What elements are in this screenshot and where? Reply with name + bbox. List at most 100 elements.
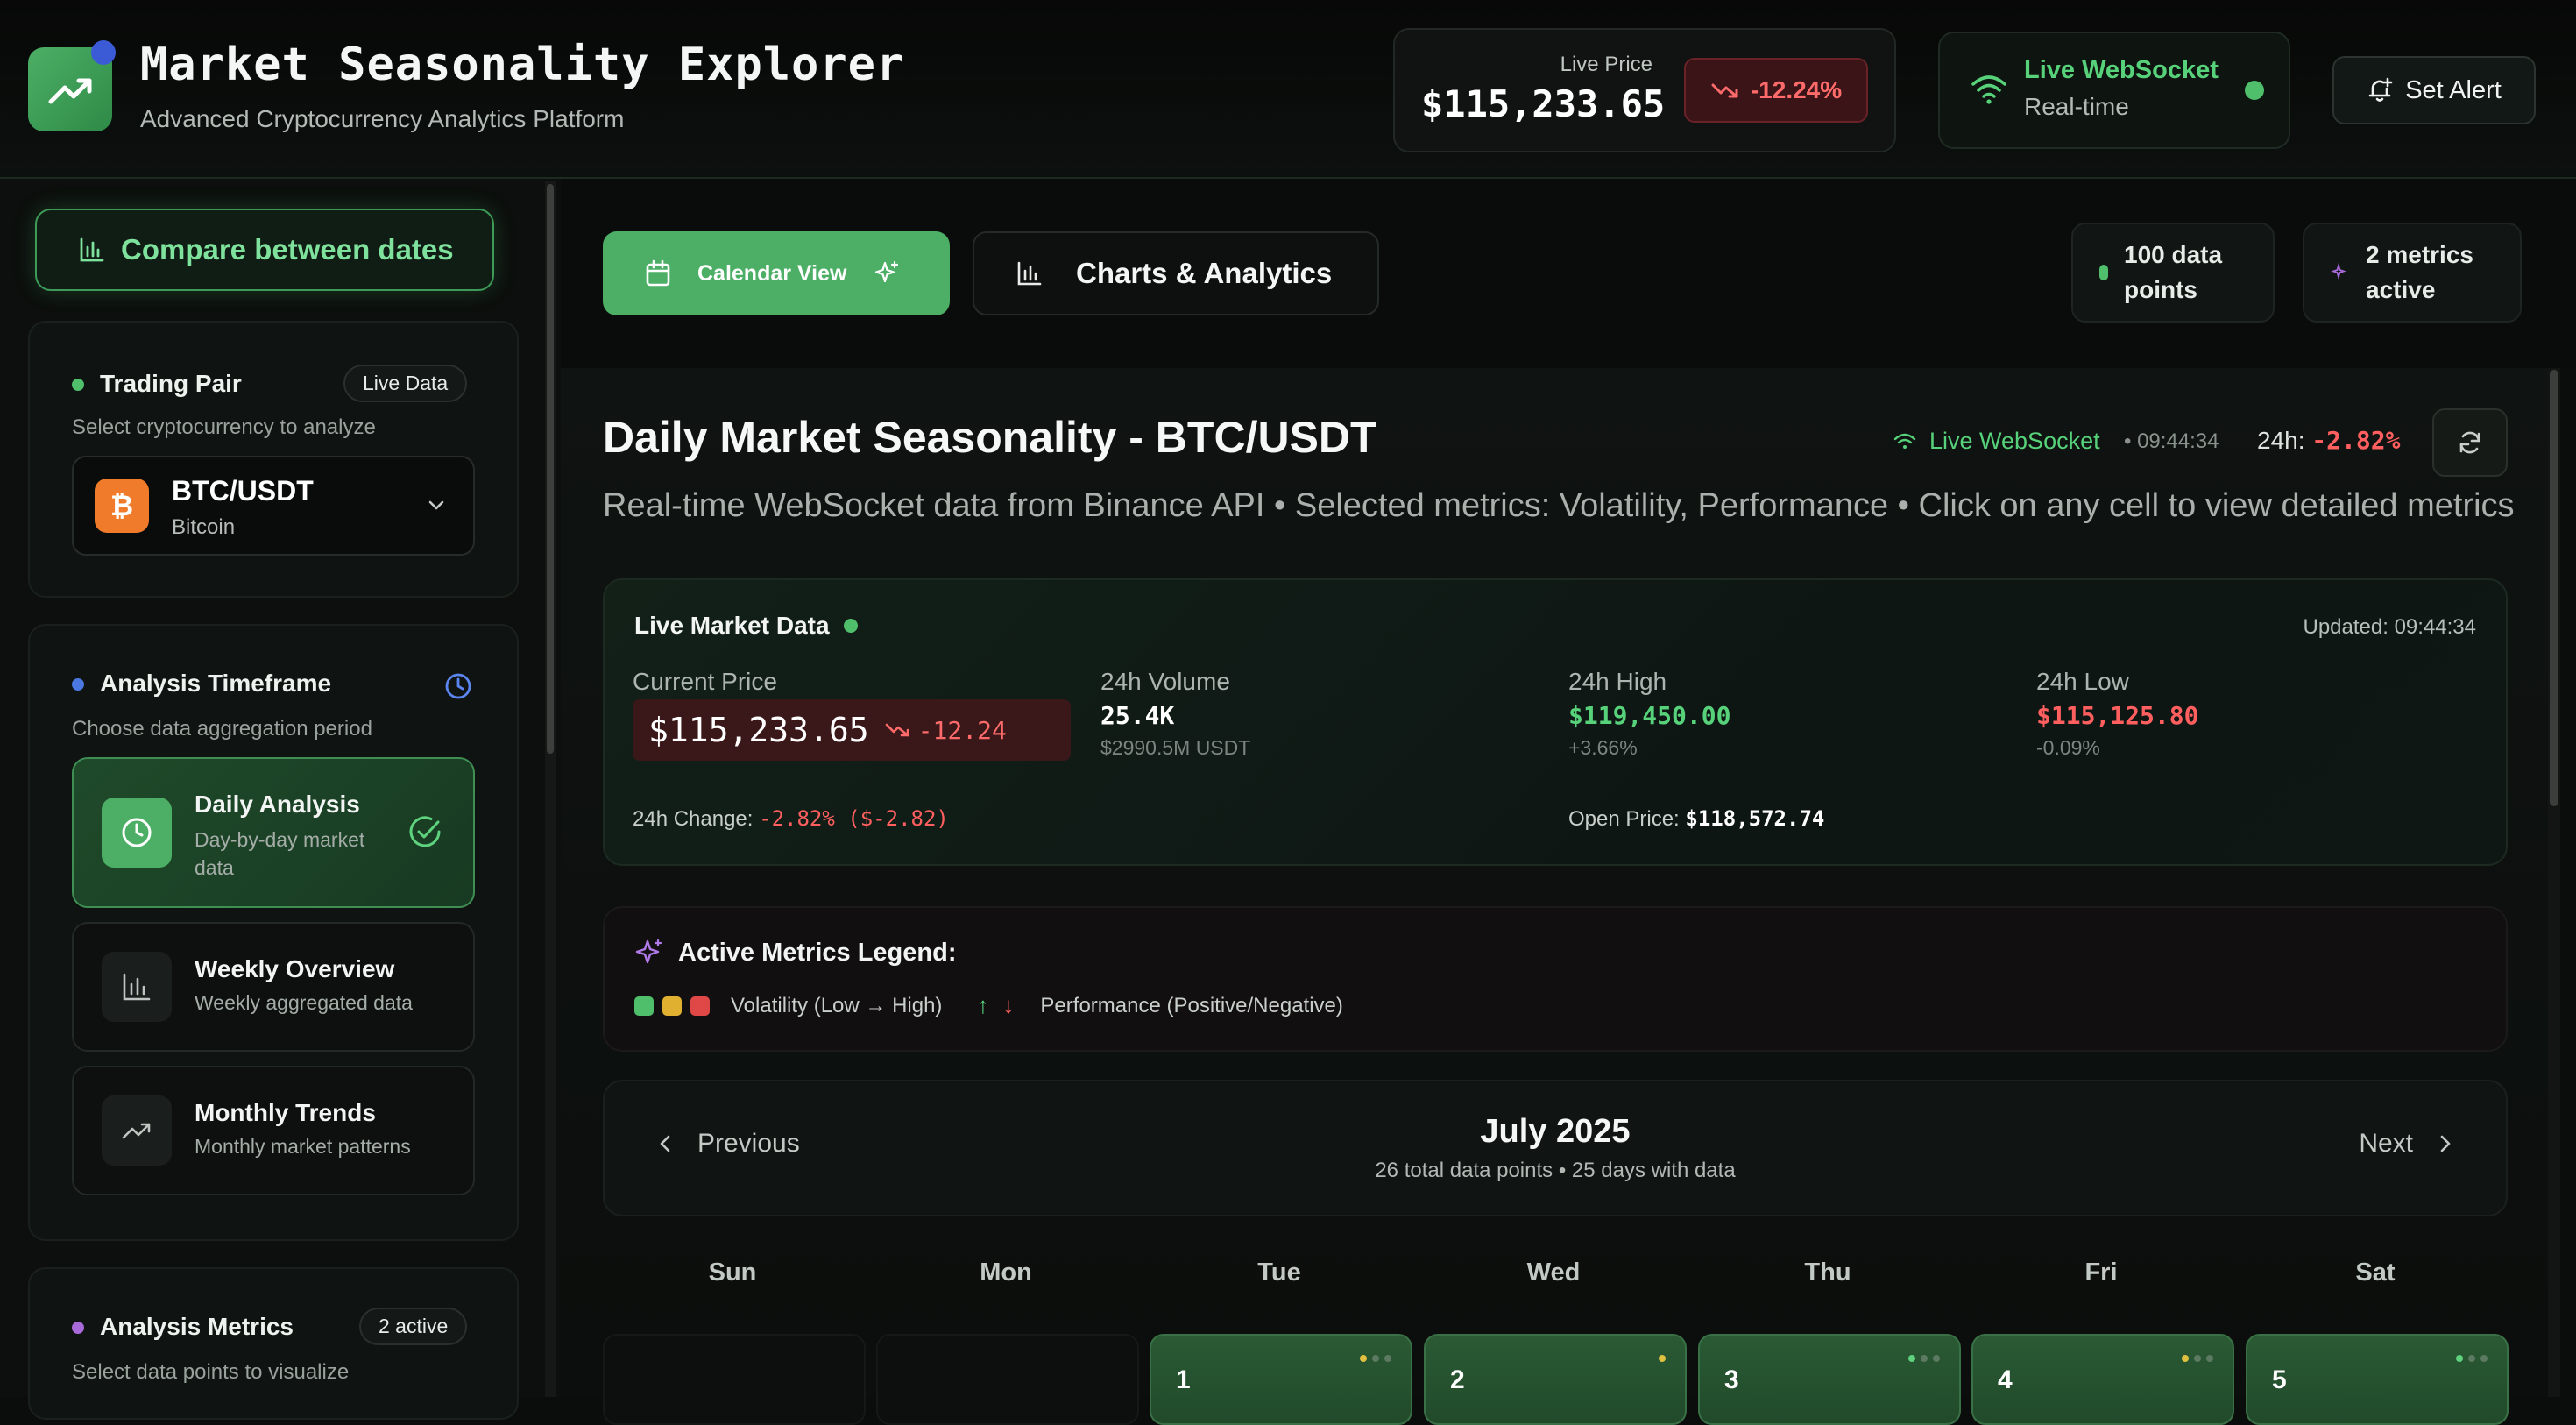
websocket-status-dot xyxy=(2245,81,2264,100)
low-value: $115,125.80 xyxy=(2036,701,2199,730)
live-market-updated: Updated: 09:44:34 xyxy=(2303,615,2477,639)
weekday-thu: Thu xyxy=(1804,1258,1851,1287)
trading-pair-select[interactable]: ₿ BTC/USDT Bitcoin xyxy=(72,456,475,556)
main-scrollbar-thumb[interactable] xyxy=(2550,370,2558,806)
calendar-icon xyxy=(646,259,670,287)
live-websocket-indicator: Live WebSocket xyxy=(1893,428,2100,455)
daily-desc: Day-by-day market xyxy=(195,828,365,851)
calendar-day-cell[interactable]: 4 xyxy=(1971,1334,2234,1425)
current-price-value: $115,233.65 xyxy=(648,711,869,749)
tab-charts-analytics[interactable]: Charts & Analytics xyxy=(973,231,1379,315)
monthly-title: Monthly Trends xyxy=(195,1099,376,1126)
volume-label: 24h Volume xyxy=(1100,668,1230,695)
metrics-active-line2: active xyxy=(2366,276,2436,303)
calendar-day-cell[interactable]: 2 xyxy=(1424,1334,1687,1425)
weekday-fri: Fri xyxy=(2084,1258,2118,1287)
sidebar-scrollbar-thumb[interactable] xyxy=(547,184,554,754)
change-24h-footer-label: 24h Change: xyxy=(633,807,754,831)
high-pct: +3.66% xyxy=(1568,736,1638,759)
low-pct: -0.09% xyxy=(2036,736,2100,759)
live-market-data-card: Live Market Data Updated: 09:44:34 Curre… xyxy=(603,578,2508,866)
open-price-value: $118,572.74 xyxy=(1685,806,1825,831)
volatility-mid-swatch xyxy=(662,996,682,1016)
daily-clock-icon xyxy=(102,798,172,868)
metrics-subtitle: Select data points to visualize xyxy=(72,1360,350,1384)
app-subtitle: Advanced Cryptocurrency Analytics Platfo… xyxy=(140,105,625,132)
chevron-right-icon xyxy=(2440,1135,2451,1152)
volatility-high-swatch xyxy=(690,996,710,1016)
day-metric-dots xyxy=(1659,1355,1666,1362)
weekly-bar-chart-icon xyxy=(102,952,172,1022)
change-24h: 24h: -2.82% xyxy=(2257,426,2400,455)
metrics-dot xyxy=(72,1322,84,1334)
pair-name: Bitcoin xyxy=(172,515,236,539)
timeframe-option-monthly[interactable]: Monthly Trends Monthly market patterns xyxy=(72,1066,475,1195)
calendar-navigation: Previous July 2025 26 total data points … xyxy=(603,1080,2508,1216)
live-price-label: Live Price xyxy=(1560,53,1652,76)
day-metric-dots xyxy=(1360,1355,1391,1362)
weekday-sat: Sat xyxy=(2355,1258,2396,1287)
bell-plus-icon xyxy=(2368,77,2393,102)
change-24h-footer: 24h Change: -2.82% ($-2.82) xyxy=(633,806,949,832)
data-points-line1: 100 data xyxy=(2124,241,2223,268)
websocket-status-card: Live WebSocket Real-time xyxy=(1938,32,2290,149)
trading-pair-title: Trading Pair xyxy=(100,370,242,397)
next-label: Next xyxy=(2359,1129,2413,1158)
live-price-card: Live Price $115,233.65 -12.24% xyxy=(1393,28,1896,152)
legend-title-text: Active Metrics Legend: xyxy=(678,938,957,967)
bar-chart-icon xyxy=(1017,261,1042,286)
wifi-icon xyxy=(1971,75,2006,104)
weekly-desc: Weekly aggregated data xyxy=(195,991,413,1014)
calendar-day-cell[interactable]: 1 xyxy=(1150,1334,1412,1425)
change-24h-value: -2.82% xyxy=(2311,426,2401,455)
trending-down-icon xyxy=(885,723,909,737)
metrics-legend: Active Metrics Legend: Volatility (Low →… xyxy=(603,906,2508,1052)
refresh-button[interactable] xyxy=(2432,408,2508,477)
daily-desc-2: data xyxy=(195,856,234,879)
set-alert-button[interactable]: Set Alert xyxy=(2332,56,2536,124)
clock-icon xyxy=(445,673,471,699)
timeframe-option-weekly[interactable]: Weekly Overview Weekly aggregated data xyxy=(72,922,475,1052)
page-description: Real-time WebSocket data from Binance AP… xyxy=(603,487,2515,524)
metrics-active-badge: 2 active xyxy=(359,1308,468,1345)
weekday-wed: Wed xyxy=(1526,1258,1581,1287)
daily-title: Daily Analysis xyxy=(195,790,360,818)
tab-calendar-view[interactable]: Calendar View xyxy=(603,231,950,315)
current-price-label: Current Price xyxy=(633,668,777,695)
current-price-change-value: -12.24 xyxy=(917,715,1007,745)
current-price-change: -12.24 xyxy=(885,716,1007,745)
check-circle-icon xyxy=(409,816,441,847)
price-change-badge: -12.24% xyxy=(1684,58,1868,123)
timeframe-subtitle: Choose data aggregation period xyxy=(72,717,372,741)
tab-calendar-label: Calendar View xyxy=(697,260,847,286)
price-change-value: -12.24% xyxy=(1750,76,1843,103)
set-alert-label: Set Alert xyxy=(2405,75,2502,104)
pair-symbol: BTC/USDT xyxy=(172,475,314,507)
sparkles-icon xyxy=(875,260,899,283)
live-market-title-text: Live Market Data xyxy=(634,612,830,639)
arrow-down-icon: ↓ xyxy=(1002,992,1015,1018)
next-month-button[interactable]: Next xyxy=(2359,1129,2453,1159)
compare-dates-button[interactable]: Compare between dates xyxy=(35,209,494,291)
logo-status-dot xyxy=(91,40,116,65)
weekly-title: Weekly Overview xyxy=(195,955,395,982)
day-number: 5 xyxy=(2272,1365,2287,1394)
day-number: 3 xyxy=(1724,1365,1739,1394)
day-number: 2 xyxy=(1450,1365,1465,1394)
change-24h-footer-value: -2.82% ($-2.82) xyxy=(759,806,949,831)
volume-value: 25.4K xyxy=(1100,701,1175,730)
open-price-label: Open Price: xyxy=(1568,807,1680,831)
open-price: Open Price: $118,572.74 xyxy=(1568,806,1824,832)
wifi-icon xyxy=(1893,433,1916,449)
page-title: Daily Market Seasonality - BTC/USDT xyxy=(603,413,1377,462)
timeframe-title: Analysis Timeframe xyxy=(100,670,332,697)
websocket-subtitle: Real-time xyxy=(2024,93,2129,120)
data-points-stat: 100 data points xyxy=(2071,223,2275,323)
timeframe-option-daily[interactable]: Daily Analysis Day-by-day market data xyxy=(72,757,475,908)
calendar-month: July 2025 xyxy=(1480,1113,1631,1150)
day-number: 4 xyxy=(1998,1365,2013,1394)
calendar-day-cell[interactable]: 5 xyxy=(2246,1334,2509,1425)
calendar-day-cell[interactable]: 3 xyxy=(1698,1334,1961,1425)
day-metric-dots xyxy=(2456,1355,2488,1362)
monthly-trending-icon xyxy=(102,1095,172,1166)
